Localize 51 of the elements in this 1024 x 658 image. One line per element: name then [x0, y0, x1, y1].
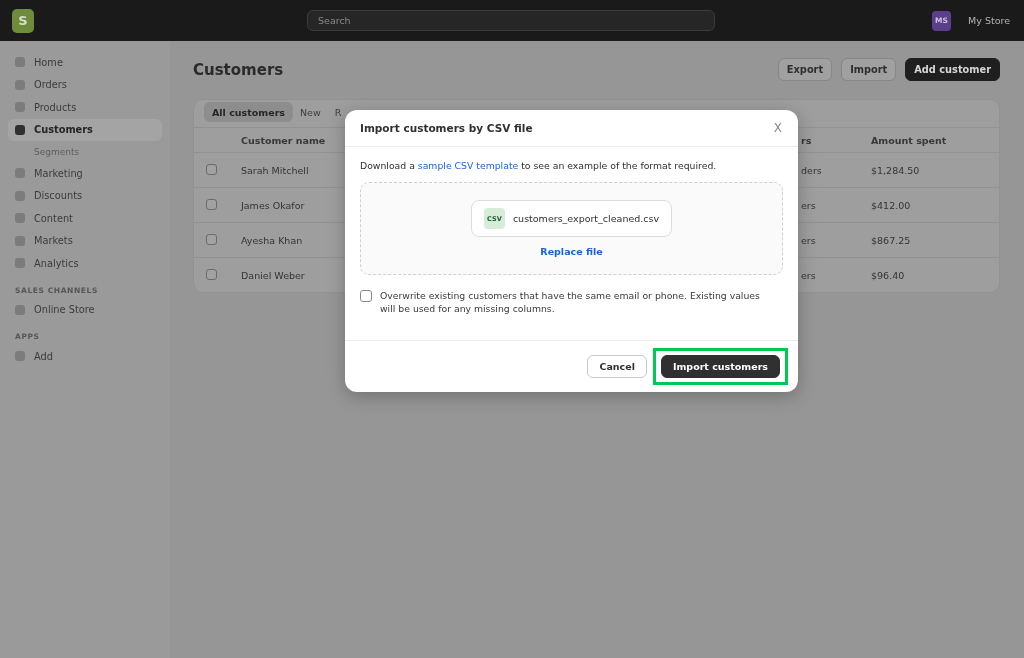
sidebar-item[interactable]: Online Store	[8, 298, 162, 321]
table-cell: Daniel Weber	[241, 269, 305, 281]
sidebar-item[interactable]: Customers	[8, 118, 162, 141]
table-cell: ers	[801, 199, 816, 211]
table-cell: $412.00	[871, 199, 911, 211]
row-checkbox[interactable]	[206, 269, 217, 280]
table-cell: ers	[801, 234, 816, 246]
template-link[interactable]: sample CSV template	[417, 160, 519, 171]
dialog-button[interactable]: Import customers	[660, 355, 780, 378]
row-checkbox[interactable]	[206, 199, 217, 210]
table-cell: $1,284.50	[871, 164, 920, 176]
sidebar-item[interactable]: Home	[8, 51, 162, 74]
overwrite-label: Overwrite existing customers that have the same email or phone. Existing values will be used for any missing columns.	[380, 289, 761, 315]
sidebar-item[interactable]: Markets	[8, 229, 162, 252]
dialog-title: Import customers by CSV file	[360, 122, 533, 134]
sidebar-item[interactable]: Add	[8, 345, 162, 368]
table-cell: $96.40	[871, 269, 905, 281]
filter-tab[interactable]: New	[293, 102, 328, 122]
sidebar-item[interactable]: Products	[8, 96, 162, 119]
sidebar-item[interactable]: Orders	[8, 73, 162, 96]
dialog-button[interactable]: Cancel	[587, 355, 647, 378]
page-title: Customers	[193, 60, 284, 79]
search-field[interactable]: Search	[307, 10, 715, 31]
table-cell: Ayesha Khan	[241, 234, 303, 246]
filter-tab[interactable]: R	[327, 102, 349, 122]
sidebar-item[interactable]: Marketing	[8, 162, 162, 185]
column-header: Amount spent	[871, 134, 947, 146]
sidebar-item[interactable]: Discounts	[8, 184, 162, 207]
action-button[interactable]: Import	[841, 58, 897, 81]
table-cell: ers	[801, 269, 816, 281]
replace-file-link[interactable]: Replace file	[540, 246, 603, 257]
close-button[interactable]: X	[769, 121, 786, 135]
table-cell: $867.25	[871, 234, 911, 246]
description-text: Download a sample CSV template to see an example of the format required.	[360, 160, 718, 171]
column-header: rs	[801, 134, 812, 146]
column-header: Customer name	[241, 134, 326, 146]
table-cell: ders	[801, 164, 822, 176]
filter-tab[interactable]: All customers	[204, 102, 293, 122]
sidebar-item[interactable]: Content	[8, 207, 162, 230]
store-name[interactable]: My Store	[968, 15, 1010, 26]
action-button[interactable]: Add customer	[905, 58, 1000, 81]
store-logo[interactable]: S	[12, 8, 34, 33]
row-checkbox[interactable]	[206, 164, 217, 175]
sidebar-item[interactable]: Analytics	[8, 252, 162, 275]
table-cell: James Okafor	[241, 199, 305, 211]
row-checkbox[interactable]	[206, 234, 217, 245]
sidebar-subitem[interactable]: Segments	[8, 141, 162, 162]
action-button[interactable]: Export	[777, 58, 833, 81]
overwrite-checkbox[interactable]	[360, 290, 372, 302]
file-name: customers_export_cleaned.csv	[512, 213, 660, 224]
table-cell: Sarah Mitchell	[241, 164, 309, 176]
